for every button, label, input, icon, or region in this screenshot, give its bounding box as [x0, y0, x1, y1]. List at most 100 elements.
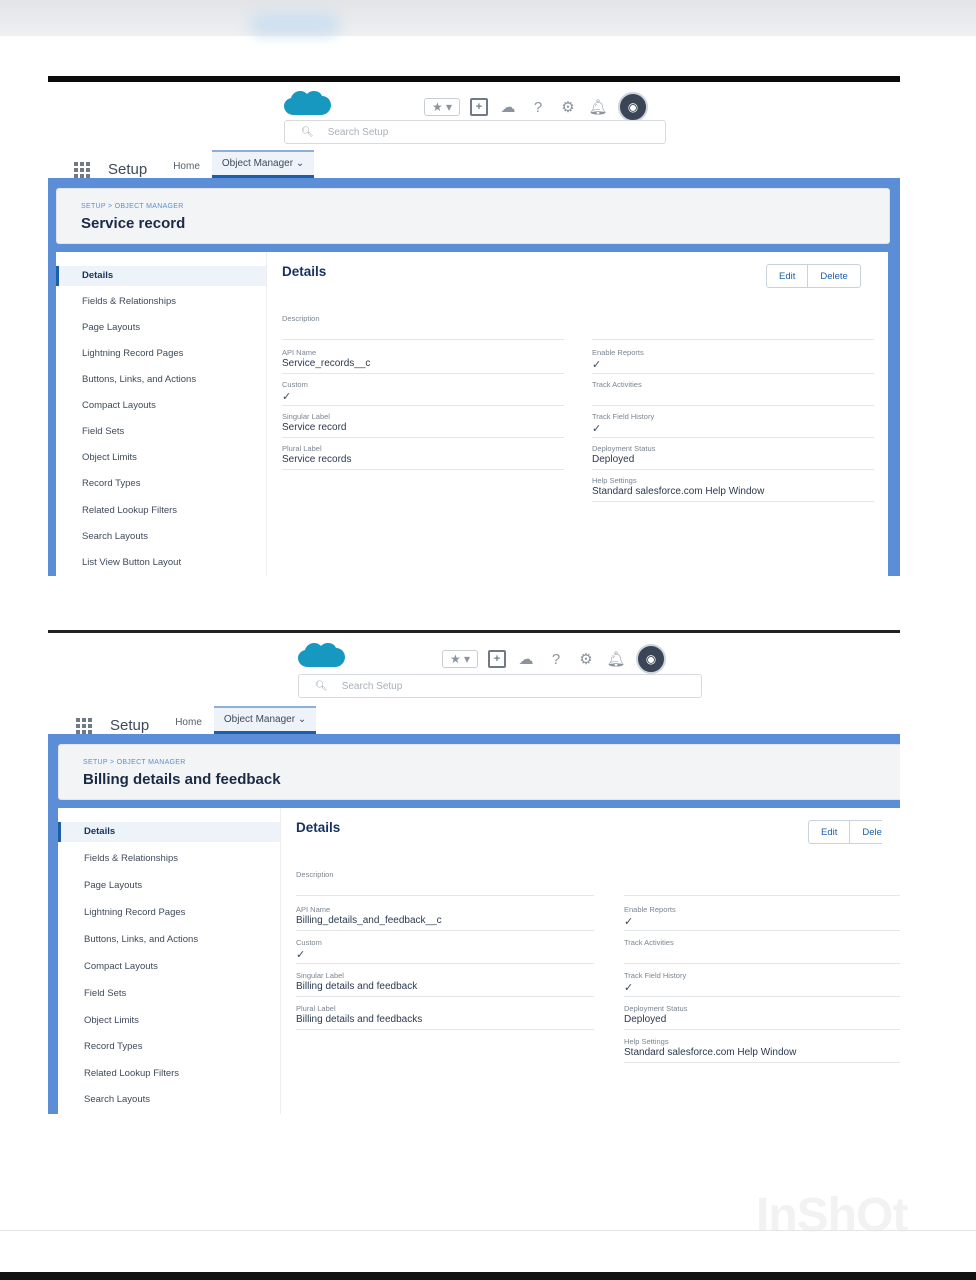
sidebar-item-compact-layouts[interactable]: Compact Layouts [58, 957, 280, 977]
sidebar-item-search-layouts[interactable]: Search Layouts [58, 1090, 280, 1110]
description-label: Description [296, 870, 334, 879]
panel-top-border [48, 630, 900, 633]
chevron-down-icon[interactable]: ⌄ [298, 714, 306, 725]
app-name: Setup [110, 717, 150, 734]
help-icon[interactable]: ? [528, 97, 548, 117]
sidebar-item-related-lookup-filters[interactable]: Related Lookup Filters [58, 1064, 280, 1084]
sidebar-item-object-limits[interactable]: Object Limits [58, 1011, 280, 1031]
field-label: Enable Reports [592, 348, 644, 357]
app-launcher-icon[interactable] [76, 718, 96, 734]
object-detail-card: Details Fields & Relationships Page Layo… [58, 808, 900, 1114]
header-icons: ★ ▾ + ☁ ? ⚙ 🔔︎ ◉ [442, 644, 666, 674]
sidebar-item-record-types[interactable]: Record Types [58, 1037, 280, 1057]
edit-button[interactable]: Edit [767, 265, 807, 287]
sidebar-item-related-lookup-filters[interactable]: Related Lookup Filters [56, 501, 266, 521]
field-label: Help Settings [592, 476, 637, 485]
app-launcher-icon[interactable] [74, 162, 94, 178]
field-label: Singular Label [296, 971, 344, 980]
salesforce-cloud-logo [284, 91, 331, 115]
field-label: Track Field History [592, 412, 655, 421]
favorites-star-icon[interactable]: ★ ▾ [442, 650, 478, 668]
sidebar-item-lightning-record-pages[interactable]: Lightning Record Pages [56, 344, 266, 364]
tab-object-manager-label: Object Manager [221, 158, 294, 169]
sidebar-item-buttons-links-actions[interactable]: Buttons, Links, and Actions [58, 930, 280, 950]
deployment-status-value: Deployed [592, 454, 874, 470]
search-icon: 🔍︎ [315, 680, 328, 692]
description-value-right [592, 324, 874, 340]
deployment-status-value: Deployed [624, 1014, 900, 1030]
header-icons: ★ ▾ + ☁ ? ⚙ 🔔︎ ◉ [424, 92, 648, 122]
setup-navbar: Setup Home Object Manager ⌄ [74, 150, 316, 178]
description-value [282, 324, 564, 340]
sidebar-item-record-types[interactable]: Record Types [56, 474, 266, 494]
sidebar-item-page-layouts[interactable]: Page Layouts [56, 318, 266, 338]
sidebar-item-details[interactable]: Details [58, 822, 280, 842]
trailhead-icon[interactable]: ☁ [498, 97, 518, 117]
favorites-star-icon[interactable]: ★ ▾ [424, 98, 460, 116]
edit-button[interactable]: Edit [809, 821, 849, 843]
avatar[interactable]: ◉ [618, 92, 648, 122]
delete-button[interactable]: Delete [807, 265, 859, 287]
sidebar-item-page-layouts[interactable]: Page Layouts [58, 876, 280, 896]
sidebar-item-list-view-button-layout[interactable]: List View Button Layout [56, 553, 266, 573]
sidebar-item-fields-relationships[interactable]: Fields & Relationships [58, 849, 280, 869]
plural-label-value: Service records [282, 454, 564, 470]
enable-reports-checkmark-icon: ✓ [592, 358, 874, 374]
search-input[interactable]: 🔍︎ Search Setup [284, 120, 666, 144]
field-label: Plural Label [296, 1004, 336, 1013]
sidebar-item-search-layouts[interactable]: Search Layouts [56, 527, 266, 547]
field-label: Custom [282, 380, 308, 389]
field-label: Singular Label [282, 412, 330, 421]
page-title: Service record [81, 215, 186, 232]
tab-object-manager[interactable]: Object Manager ⌄ [211, 150, 315, 178]
field-label: Track Activities [624, 938, 674, 947]
trailhead-icon[interactable]: ☁ [516, 649, 536, 669]
field-label: Enable Reports [624, 905, 676, 914]
sidebar-item-object-limits[interactable]: Object Limits [56, 448, 266, 468]
sidebar-item-field-sets[interactable]: Field Sets [58, 984, 280, 1004]
chevron-down-icon[interactable]: ⌄ [296, 158, 304, 169]
sidebar-item-field-sets[interactable]: Field Sets [56, 422, 266, 442]
salesforce-cloud-logo [298, 643, 345, 667]
sidebar-item-compact-layouts[interactable]: Compact Layouts [56, 396, 266, 416]
add-icon[interactable]: + [488, 650, 506, 668]
field-label: API Name [282, 348, 317, 357]
delete-button[interactable]: Dele [849, 821, 882, 843]
top-blurred-strip [0, 0, 976, 36]
notifications-bell-icon[interactable]: 🔔︎ [588, 97, 608, 117]
object-sidebar: Details Fields & Relationships Page Layo… [58, 808, 281, 1114]
tab-home[interactable]: Home [175, 717, 212, 734]
page-title: Billing details and feedback [83, 771, 281, 788]
field-label: Deployment Status [624, 1004, 688, 1013]
panel-top-border [48, 76, 900, 82]
breadcrumb[interactable]: SETUP > OBJECT MANAGER [83, 759, 186, 766]
object-header: SETUP > OBJECT MANAGER Service record [56, 188, 890, 244]
sidebar-item-details[interactable]: Details [56, 266, 266, 286]
add-icon[interactable]: + [470, 98, 488, 116]
bottom-bar [0, 1272, 976, 1280]
avatar[interactable]: ◉ [636, 644, 666, 674]
track-field-history-checkmark-icon: ✓ [592, 422, 874, 438]
singular-label-value: Service record [282, 422, 564, 438]
tab-object-manager[interactable]: Object Manager ⌄ [213, 706, 317, 734]
description-value-right [624, 880, 900, 896]
field-label: Help Settings [624, 1037, 669, 1046]
track-field-history-checkmark-icon: ✓ [624, 981, 900, 997]
screenshot-panel-1: ★ ▾ + ☁ ? ⚙ 🔔︎ ◉ 🔍︎ Search Setup Setup H… [48, 76, 900, 576]
breadcrumb[interactable]: SETUP > OBJECT MANAGER [81, 203, 184, 210]
sidebar-item-lightning-record-pages[interactable]: Lightning Record Pages [58, 903, 280, 923]
sidebar-item-buttons-links-actions[interactable]: Buttons, Links, and Actions [56, 370, 266, 390]
sidebar-item-fields-relationships[interactable]: Fields & Relationships [56, 292, 266, 312]
notifications-bell-icon[interactable]: 🔔︎ [606, 649, 626, 669]
field-label: API Name [296, 905, 331, 914]
inshot-watermark: InShOt [756, 1189, 908, 1242]
custom-checkmark-icon: ✓ [296, 948, 594, 964]
help-icon[interactable]: ? [546, 649, 566, 669]
search-input[interactable]: 🔍︎ Search Setup [298, 674, 702, 698]
field-label: Plural Label [282, 444, 322, 453]
gear-icon[interactable]: ⚙ [558, 97, 578, 117]
app-name: Setup [108, 161, 148, 178]
gear-icon[interactable]: ⚙ [576, 649, 596, 669]
tab-home[interactable]: Home [173, 161, 210, 178]
field-label: Track Field History [624, 971, 687, 980]
